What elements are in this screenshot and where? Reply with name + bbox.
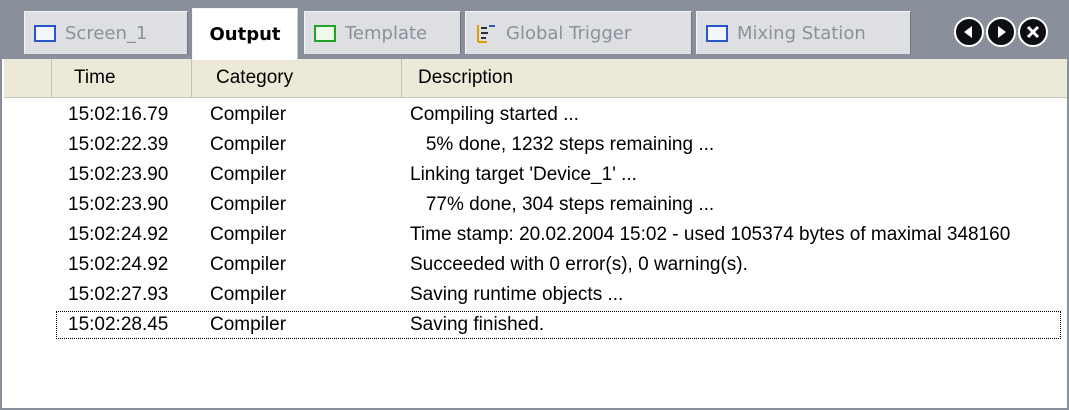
next-tab-icon (998, 26, 1006, 38)
column-header-spacer (4, 59, 52, 97)
row-category: Compiler (210, 314, 287, 335)
row-time: 15:02:22.39 (68, 134, 169, 155)
table-row[interactable]: 15:02:23.90 Compiler 77% done, 304 steps… (4, 190, 1067, 220)
tab-label: Output (209, 24, 281, 45)
row-category: Compiler (210, 254, 287, 275)
tab-screen-1[interactable]: Screen_1 (24, 11, 188, 54)
row-category: Compiler (210, 134, 287, 155)
row-time: 15:02:24.92 (68, 224, 169, 245)
row-time: 15:02:23.90 (68, 194, 169, 215)
row-category: Compiler (210, 194, 287, 215)
row-description: Linking target 'Device_1' ... (410, 164, 637, 185)
row-description: Saving finished. (410, 314, 545, 335)
row-time: 15:02:28.45 (68, 314, 169, 335)
tab-output[interactable]: Output (192, 8, 298, 60)
row-description: 77% done, 304 steps remaining ... (410, 194, 715, 215)
tab-template[interactable]: Template (304, 11, 461, 54)
row-time: 15:02:23.90 (68, 164, 169, 185)
column-header-time[interactable]: Time (52, 59, 192, 97)
row-time: 15:02:27.93 (68, 284, 169, 305)
table-row[interactable]: 15:02:16.79 Compiler Compiling started .… (4, 100, 1067, 130)
row-category: Compiler (210, 284, 287, 305)
previous-tab-button[interactable] (954, 17, 984, 47)
tab-bar: Screen_1 Output Template Global Trigger (2, 2, 1067, 60)
tab-label: Mixing Station (737, 22, 866, 44)
table-row[interactable]: 15:02:22.39 Compiler 5% done, 1232 steps… (4, 130, 1067, 160)
table-row[interactable]: 15:02:27.93 Compiler Saving runtime obje… (4, 280, 1067, 310)
tab-label: Screen_1 (65, 22, 148, 44)
row-category: Compiler (210, 104, 287, 125)
row-time: 15:02:16.79 (68, 104, 169, 125)
table-row[interactable]: 15:02:23.90 Compiler Linking target 'Dev… (4, 160, 1067, 190)
tab-label: Global Trigger (506, 22, 632, 44)
table-row[interactable]: 15:02:24.92 Compiler Succeeded with 0 er… (4, 250, 1067, 280)
tab-mixing-station[interactable]: Mixing Station (696, 11, 911, 54)
output-list[interactable]: Time Category Description 15:02:16.79 Co… (4, 59, 1067, 408)
row-description: Saving runtime objects ... (410, 284, 624, 305)
output-window: Screen_1 Output Template Global Trigger (0, 0, 1069, 410)
row-time: 15:02:24.92 (68, 254, 169, 275)
row-description: Time stamp: 20.02.2004 15:02 - used 1053… (410, 224, 1011, 245)
table-row[interactable]: 15:02:24.92 Compiler Time stamp: 20.02.2… (4, 220, 1067, 250)
tab-global-trigger[interactable]: Global Trigger (465, 11, 692, 54)
row-category: Compiler (210, 164, 287, 185)
row-description: Succeeded with 0 error(s), 0 warning(s). (410, 254, 748, 275)
next-tab-button[interactable] (986, 17, 1016, 47)
trigger-icon (475, 22, 497, 44)
template-icon (314, 24, 336, 42)
row-description: Compiling started ... (410, 104, 579, 125)
column-header-description[interactable]: Description (402, 59, 1067, 97)
previous-tab-icon (964, 26, 972, 38)
screen-icon (34, 24, 56, 42)
list-header: Time Category Description (4, 59, 1067, 98)
screen-icon (706, 24, 728, 42)
tab-label: Template (345, 22, 428, 44)
column-header-category[interactable]: Category (192, 59, 402, 97)
close-tab-button[interactable] (1018, 17, 1048, 47)
close-icon (1026, 25, 1040, 39)
row-category: Compiler (210, 224, 287, 245)
row-description: 5% done, 1232 steps remaining ... (410, 134, 715, 155)
table-row-selected[interactable]: 15:02:28.45 Compiler Saving finished. (4, 310, 1067, 340)
